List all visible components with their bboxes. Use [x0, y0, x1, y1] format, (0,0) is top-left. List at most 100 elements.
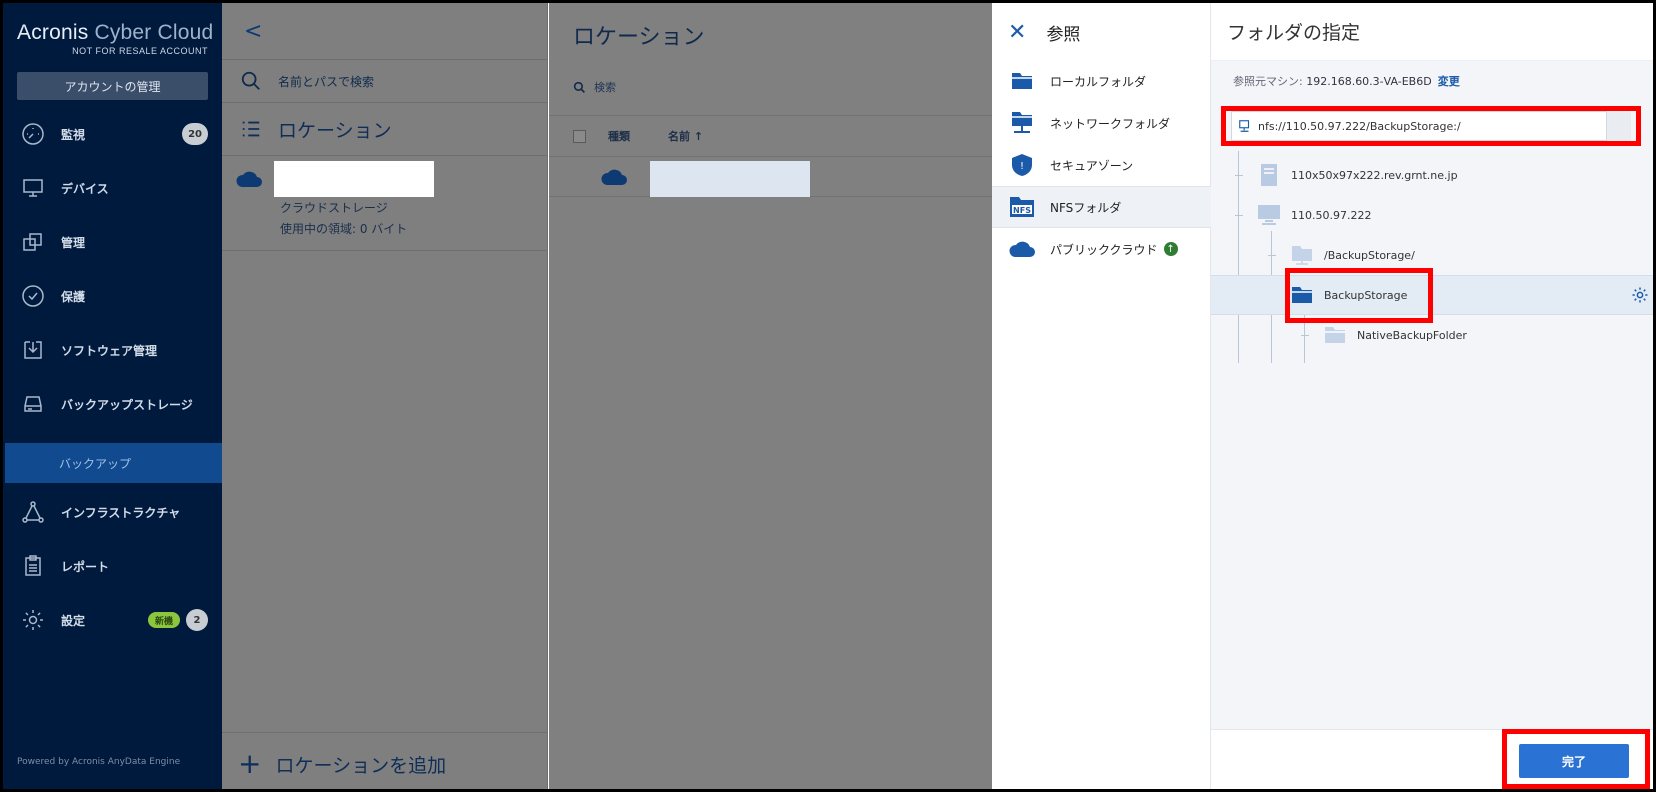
- nav-item-protection[interactable]: 保護: [3, 269, 222, 323]
- source-machine-value: 192.168.60.3-VA-EB6D: [1306, 75, 1432, 88]
- source-machine-label: 参照元マシン:: [1233, 75, 1307, 88]
- nav-item-label: バックアップストレージ: [61, 397, 193, 412]
- upgrade-icon: ↑: [1163, 242, 1178, 256]
- network-drive-icon: [1239, 120, 1250, 132]
- select-all-checkbox[interactable]: [573, 129, 586, 143]
- gear-icon: [19, 606, 47, 634]
- brand-logo: Acronis Cyber Cloud: [17, 21, 213, 45]
- svg-text:!: !: [1020, 161, 1024, 172]
- divider: [222, 155, 548, 156]
- done-button[interactable]: 完了: [1519, 744, 1629, 778]
- brand-name: Acronis: [17, 21, 89, 44]
- location-usage: 使用中の領域: 0 バイト: [280, 222, 408, 236]
- path-value: nfs://110.50.97.222/BackupStorage:/: [1258, 119, 1461, 133]
- folder-panel-title: フォルダの指定: [1211, 3, 1653, 61]
- tree-node-label: NativeBackupFolder: [1357, 328, 1467, 342]
- browse-item-label: NFSフォルダ: [1050, 200, 1122, 215]
- nav-item-label: デバイス: [61, 181, 109, 196]
- browse-item-network-folder[interactable]: ネットワークフォルダ: [992, 102, 1211, 144]
- location-item[interactable]: クラウドストレージ 使用中の領域: 0 バイト: [222, 157, 548, 251]
- secure-zone-icon: !: [1008, 153, 1036, 177]
- add-location-label: ロケーションを追加: [275, 754, 447, 777]
- cloud-icon: [236, 171, 262, 187]
- row-name-redacted: [650, 161, 810, 197]
- nav-item-devices[interactable]: デバイス: [3, 161, 222, 215]
- left-navigation: Acronis Cyber Cloud NOT FOR RESALE ACCOU…: [3, 3, 222, 789]
- share-folder-icon: [1290, 244, 1314, 266]
- nav-item-backup-storage[interactable]: バックアップストレージ: [3, 377, 222, 431]
- copy-icon: [19, 228, 47, 256]
- nav-item-settings[interactable]: 設定 新機 2: [3, 593, 222, 647]
- tree-node-backupstorage[interactable]: BackupStorage: [1211, 275, 1653, 315]
- tree-node-label: 110x50x97x222.rev.grnt.ne.jp: [1291, 168, 1458, 182]
- cloud-icon: [1008, 237, 1036, 261]
- nav-item-reports[interactable]: レポート: [3, 539, 222, 593]
- tree-node-nativebackupfolder[interactable]: NativeBackupFolder: [1211, 315, 1653, 355]
- count-badge: 2: [186, 609, 208, 631]
- browse-item-local-folder[interactable]: ローカルフォルダ: [992, 60, 1211, 102]
- nav-item-label: 設定: [61, 613, 86, 628]
- folder-icon: [1323, 324, 1347, 346]
- column-name[interactable]: 名前 ↑: [668, 128, 703, 144]
- table-row[interactable]: [549, 157, 992, 197]
- nav-item-management[interactable]: 管理: [3, 215, 222, 269]
- software-download-icon: [19, 336, 47, 364]
- browse-item-public-cloud[interactable]: パブリッククラウド ↑: [992, 228, 1211, 270]
- nav-item-label: 監視: [61, 127, 86, 142]
- new-badge: 新機: [147, 612, 180, 628]
- search-icon: [573, 81, 585, 93]
- shield-check-icon: [19, 282, 47, 310]
- browse-item-label: ネットワークフォルダ: [1050, 116, 1171, 131]
- nav-item-label: インフラストラクチャ: [61, 505, 181, 520]
- browse-item-label: セキュアゾーン: [1050, 158, 1134, 173]
- plus-icon: +: [238, 747, 262, 780]
- browse-title: 参照: [1046, 24, 1081, 45]
- nav-item-software-management[interactable]: ソフトウェア管理: [3, 323, 222, 377]
- cloud-icon: [601, 169, 627, 185]
- list-icon: [242, 121, 260, 137]
- path-input[interactable]: nfs://110.50.97.222/BackupStorage:/: [1231, 111, 1631, 141]
- network-triangle-icon: [19, 498, 47, 526]
- browse-header: ✕ 参照: [992, 3, 1211, 61]
- close-icon[interactable]: ✕: [1008, 20, 1026, 45]
- computer-icon: [1257, 204, 1281, 226]
- change-link[interactable]: 変更: [1438, 75, 1460, 88]
- gauge-icon: [19, 120, 47, 148]
- path-go-button[interactable]: [1606, 111, 1631, 141]
- tree-node-computer[interactable]: 110.50.97.222: [1211, 195, 1653, 235]
- nav-item-label: ソフトウェア管理: [61, 343, 158, 358]
- browse-item-label: ローカルフォルダ: [1050, 74, 1147, 89]
- account-management-button[interactable]: アカウントの管理: [17, 72, 208, 100]
- browse-item-nfs-folder[interactable]: NFS NFSフォルダ: [992, 186, 1211, 228]
- back-button[interactable]: <: [244, 19, 262, 44]
- search-placeholder: 検索: [594, 81, 616, 94]
- tree-node-server[interactable]: 110x50x97x222.rev.grnt.ne.jp: [1211, 155, 1653, 195]
- add-location-button[interactable]: + ロケーションを追加: [222, 732, 548, 789]
- folder-select-panel: フォルダの指定 参照元マシン: 192.168.60.3-VA-EB6D 変更 n…: [1211, 3, 1653, 789]
- nav-item-label: 保護: [61, 289, 86, 304]
- brand-subtitle: NOT FOR RESALE ACCOUNT: [72, 46, 208, 56]
- search-icon: [241, 71, 260, 90]
- tree-node-share[interactable]: /BackupStorage/: [1211, 235, 1653, 275]
- nav-item-monitoring[interactable]: 監視 20: [3, 107, 222, 161]
- location-name-redacted: [274, 161, 434, 197]
- location-search-input[interactable]: 名前とパスで検索: [222, 60, 548, 102]
- search-placeholder: 名前とパスで検索: [278, 74, 375, 89]
- main-content: ロケーション 検索 種類 名前 ↑: [549, 3, 992, 789]
- clipboard-icon: [19, 552, 47, 580]
- nav-subitem-backup[interactable]: バックアップ: [5, 443, 222, 483]
- nav-item-infrastructure[interactable]: インフラストラクチャ: [3, 485, 222, 539]
- locations-title: ロケーション: [278, 119, 392, 142]
- nfs-icon: NFS: [1008, 195, 1036, 219]
- tree-node-label: /BackupStorage/: [1324, 248, 1415, 262]
- folder-icon: [1290, 284, 1314, 306]
- browse-item-label: パブリッククラウド: [1050, 242, 1158, 257]
- browse-item-secure-zone[interactable]: ! セキュアゾーン: [992, 144, 1211, 186]
- column-type[interactable]: 種類: [608, 128, 630, 144]
- tree-node-label: BackupStorage: [1324, 288, 1408, 302]
- main-search-input[interactable]: 検索: [573, 79, 616, 95]
- table-header: 種類 名前 ↑: [549, 115, 992, 157]
- gear-icon[interactable]: [1631, 286, 1649, 304]
- count-badge: 20: [182, 123, 208, 145]
- page-title: ロケーション: [573, 25, 705, 50]
